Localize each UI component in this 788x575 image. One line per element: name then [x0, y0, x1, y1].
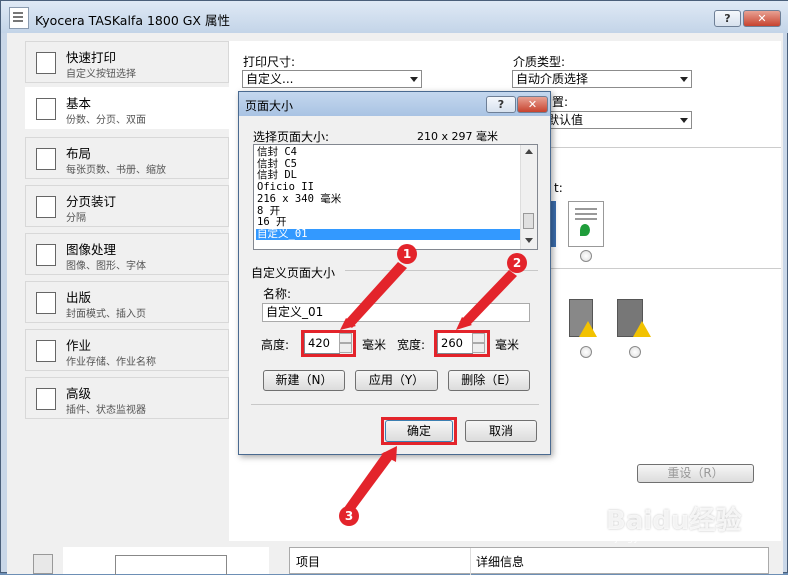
- annotation-marker-2: 2: [507, 253, 527, 273]
- annotation-arrows: [340, 262, 517, 512]
- baidu-watermark: Baidu经验: [606, 506, 742, 536]
- watermark-url: jingyan.baidu.com: [615, 533, 708, 544]
- arrow-1: [344, 262, 407, 328]
- arrow-3: [344, 452, 393, 512]
- arrow-2: [461, 270, 517, 326]
- annotation-marker-1: 1: [397, 244, 417, 264]
- annotation-marker-3: 3: [339, 506, 359, 526]
